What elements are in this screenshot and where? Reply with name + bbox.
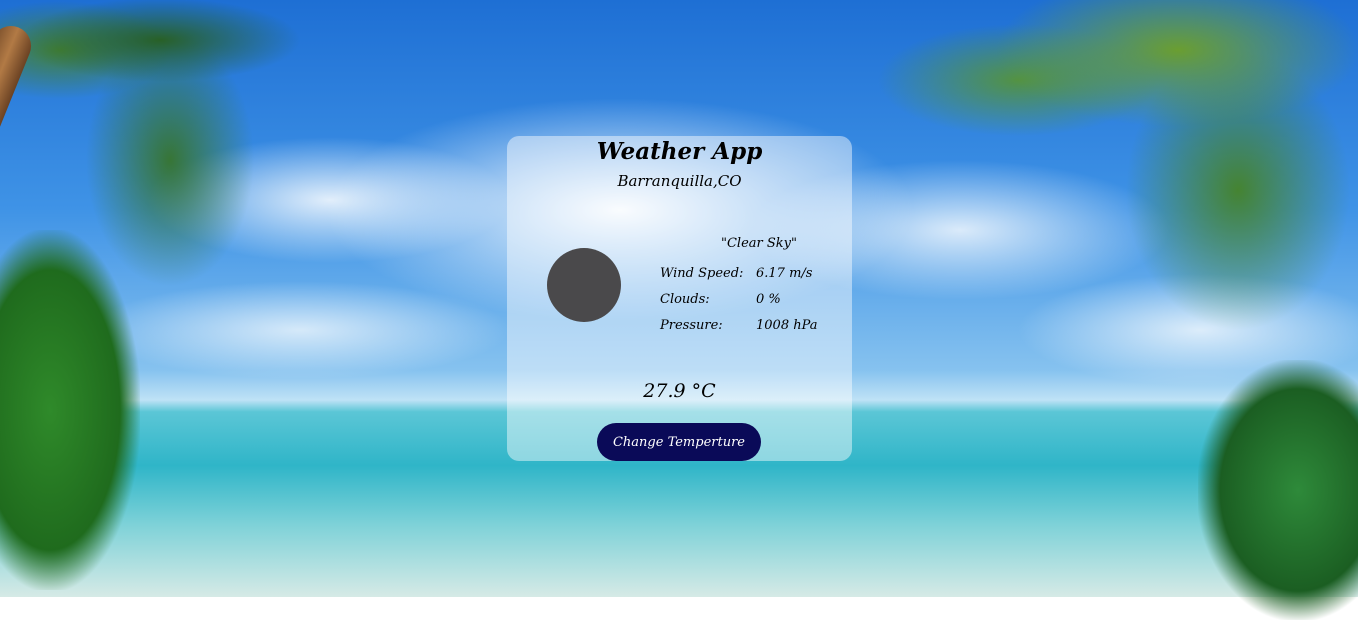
wind-speed-value: 6.17 m/s [756,266,813,281]
clouds-value: 0 % [756,292,781,307]
wind-speed-label: Wind Speed: [660,266,744,281]
app-title: Weather App [596,138,763,165]
weather-condition-icon [547,248,621,322]
pressure-value: 1008 hPa [756,318,818,333]
palm-tree-right-image [858,0,1358,380]
temperature-value: 27.9 °C [643,380,716,402]
clouds-label: Clouds: [660,292,710,307]
change-temperature-button[interactable]: Change Temperture [597,423,761,461]
weather-card: Weather App Barranquilla,CO "Clear Sky" … [507,136,852,461]
weather-description: "Clear Sky" [721,236,797,251]
foliage-left-image [0,230,140,590]
location-label: Barranquilla,CO [617,172,742,190]
pressure-label: Pressure: [660,318,723,333]
foliage-right-image [1198,360,1358,620]
